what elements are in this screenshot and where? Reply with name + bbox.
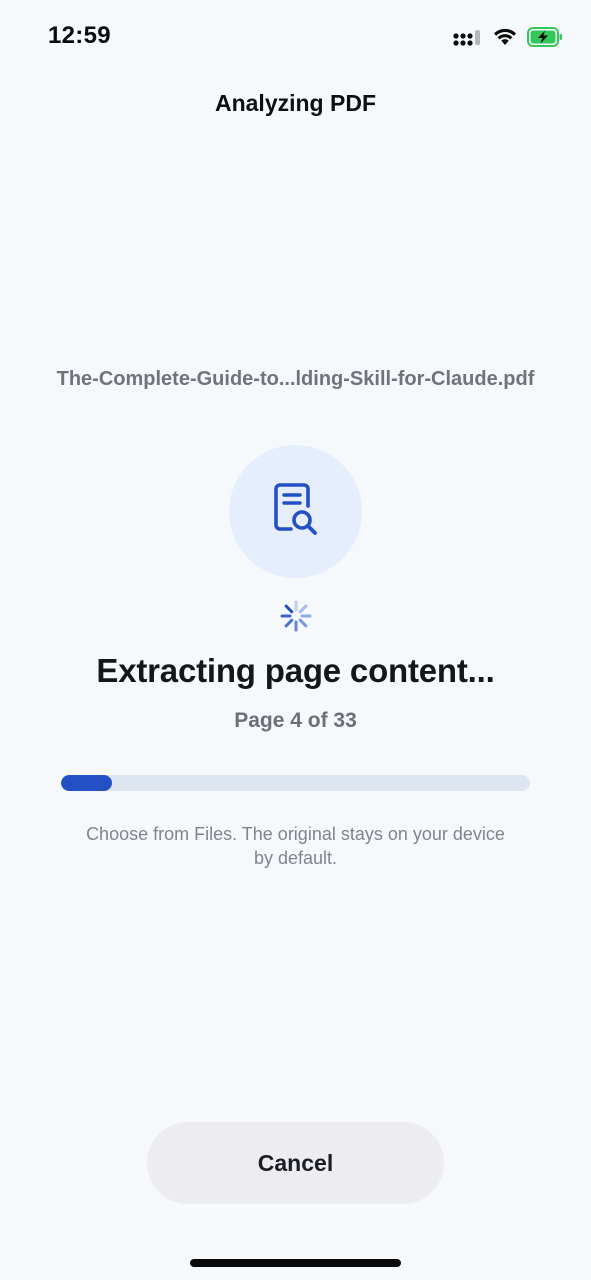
- loading-spinner-icon: [279, 599, 313, 633]
- home-indicator: [190, 1259, 401, 1267]
- progress-bar-fill: [61, 775, 112, 791]
- status-icons: [453, 26, 563, 52]
- helper-text: Choose from Files. The original stays on…: [86, 824, 505, 868]
- wifi-icon: [493, 28, 517, 51]
- document-icon-badge: [229, 445, 362, 578]
- spinner-spoke: [284, 618, 294, 628]
- page-title: Analyzing PDF: [214, 90, 376, 116]
- spinner-spoke: [298, 604, 308, 614]
- status-bar: 12:59: [0, 0, 591, 80]
- cancel-button[interactable]: Cancel: [147, 1122, 444, 1204]
- file-name: The-Complete-Guide-to...lding-Skill-for-…: [56, 368, 535, 390]
- status-headline: Extracting page content...: [96, 652, 495, 689]
- battery-charging-icon: [527, 26, 563, 52]
- cellular-signal-icon: [453, 28, 483, 51]
- spinner-spoke: [298, 618, 308, 628]
- status-time: 12:59: [48, 22, 111, 49]
- document-search-icon: [273, 482, 319, 541]
- progress-bar: [61, 775, 530, 791]
- page-counter: Page 4 of 33: [234, 709, 357, 732]
- spinner-spoke: [284, 604, 294, 614]
